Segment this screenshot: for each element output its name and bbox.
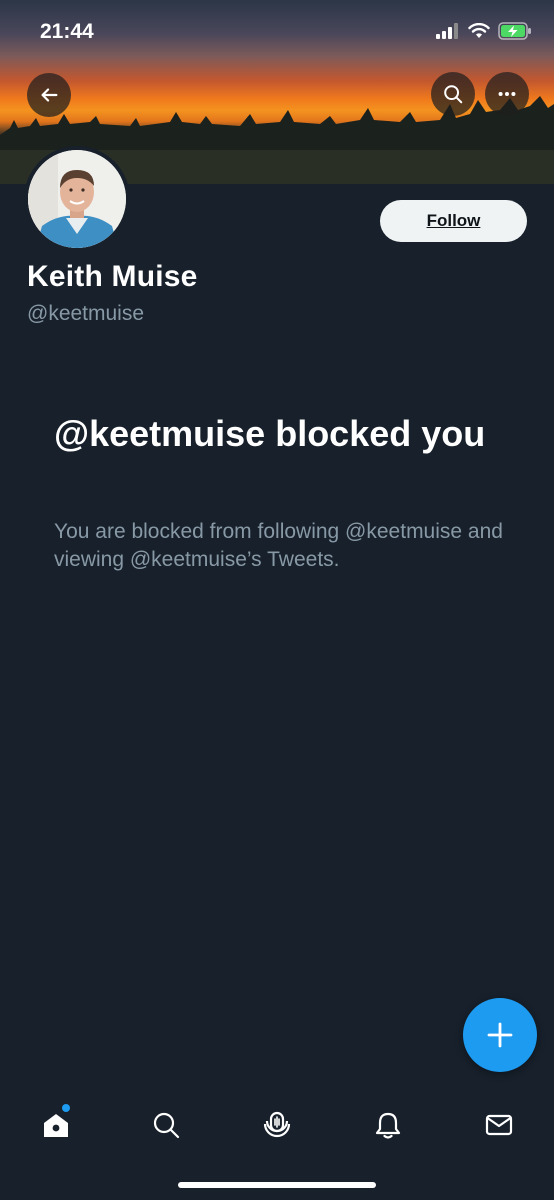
status-time: 21:44 xyxy=(40,20,94,43)
blocked-description: You are blocked from following @keetmuis… xyxy=(54,520,503,571)
more-options-button[interactable] xyxy=(485,72,529,116)
search-icon xyxy=(444,85,463,104)
avatar[interactable] xyxy=(24,146,130,252)
tab-search[interactable] xyxy=(144,1103,188,1147)
profile-name: Keith Muise xyxy=(27,260,198,293)
tab-spaces[interactable] xyxy=(255,1103,299,1147)
blocked-title: @keetmuise blocked you xyxy=(54,413,486,454)
home-indicator[interactable] xyxy=(178,1182,376,1188)
arrow-left-icon xyxy=(41,88,58,102)
bell-icon xyxy=(375,1112,401,1139)
profile-handle: @keetmuise xyxy=(27,302,145,325)
back-button[interactable] xyxy=(27,73,71,117)
status-icons xyxy=(436,22,532,40)
follow-button[interactable]: Follow xyxy=(380,200,527,242)
home-icon xyxy=(44,1114,68,1137)
tab-messages[interactable] xyxy=(477,1103,521,1147)
avatar-photo xyxy=(28,150,126,248)
tab-home[interactable] xyxy=(34,1103,78,1147)
spaces-icon xyxy=(263,1111,291,1138)
cellular-signal-icon xyxy=(436,23,458,39)
more-horizontal-icon xyxy=(498,91,516,97)
tab-notifications[interactable] xyxy=(366,1103,410,1147)
compose-tweet-button[interactable] xyxy=(463,998,537,1072)
home-notification-dot xyxy=(62,1104,70,1112)
wifi-icon xyxy=(468,23,490,38)
bottom-tab-bar xyxy=(0,1085,554,1160)
search-icon xyxy=(153,1112,180,1139)
mail-icon xyxy=(485,1114,513,1136)
battery-charging-icon xyxy=(498,22,531,40)
plus-icon xyxy=(487,1022,513,1048)
search-profile-button[interactable] xyxy=(431,72,475,116)
